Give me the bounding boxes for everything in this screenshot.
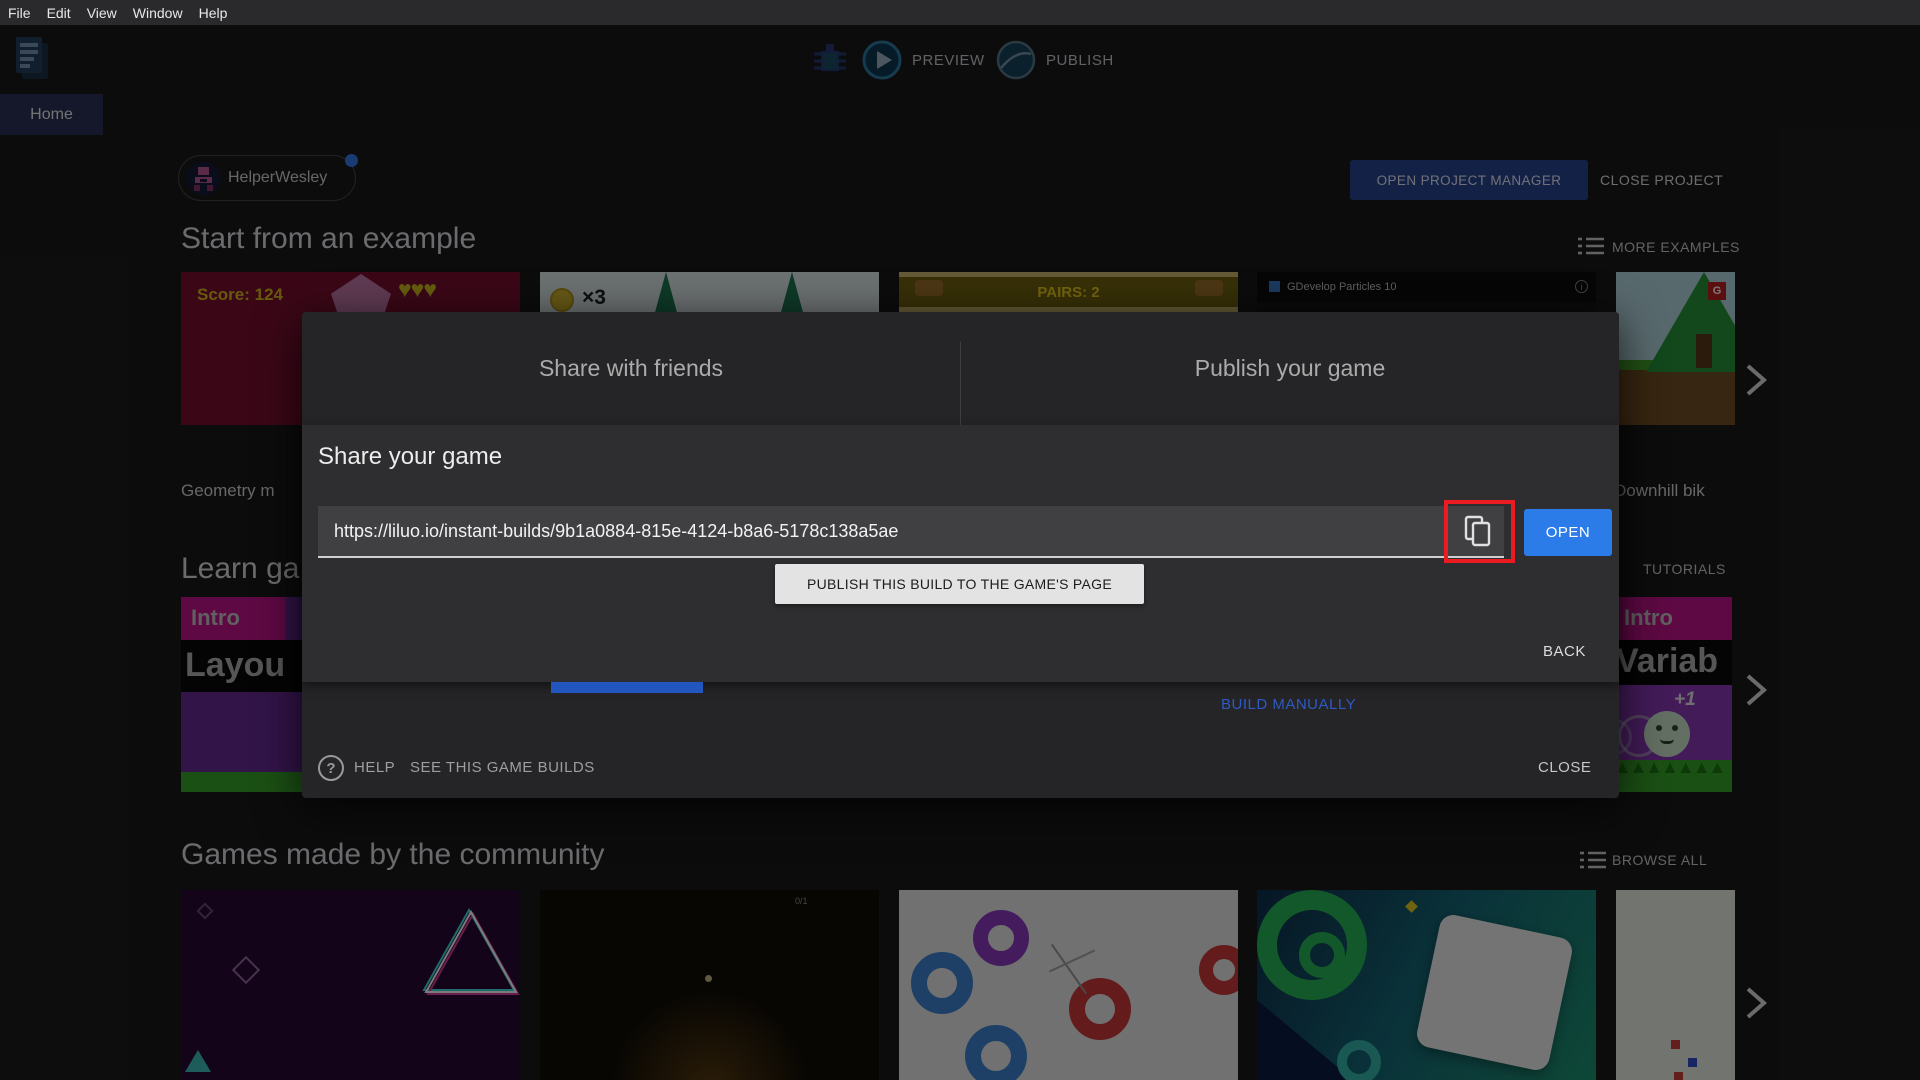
- open-build-button[interactable]: OPEN: [1524, 509, 1612, 556]
- publish-build-button[interactable]: PUBLISH THIS BUILD TO THE GAME'S PAGE: [775, 564, 1144, 604]
- generate-link-button-sliver: [551, 682, 703, 693]
- tab-publish-your-game[interactable]: Publish your game: [961, 312, 1619, 425]
- menu-bar: File Edit View Window Help: [0, 0, 1920, 25]
- build-manually-button[interactable]: BUILD MANUALLY: [1221, 696, 1356, 713]
- menu-file[interactable]: File: [8, 5, 31, 21]
- build-url-input[interactable]: [332, 506, 1432, 556]
- annotation-highlight-box: [1444, 500, 1515, 563]
- tab-share-with-friends[interactable]: Share with friends: [302, 312, 960, 425]
- see-builds-button[interactable]: SEE THIS GAME BUILDS: [410, 759, 595, 776]
- menu-view[interactable]: View: [87, 5, 117, 21]
- app-window: File Edit View Window Help Share with fr…: [0, 0, 1920, 1080]
- help-icon[interactable]: ?: [318, 755, 344, 781]
- back-button[interactable]: BACK: [1543, 643, 1586, 660]
- panel-title: Share your game: [318, 443, 503, 470]
- close-dialog-button[interactable]: CLOSE: [1538, 759, 1591, 776]
- share-dialog: Share with friends Publish your game Sha…: [302, 312, 1619, 798]
- menu-edit[interactable]: Edit: [47, 5, 71, 21]
- menu-window[interactable]: Window: [133, 5, 183, 21]
- menu-help[interactable]: Help: [199, 5, 228, 21]
- help-button[interactable]: HELP: [354, 759, 395, 776]
- share-your-game-panel: Share your game OPEN PUBLISH THIS BUILD …: [302, 425, 1619, 682]
- build-url-field: [318, 506, 1504, 558]
